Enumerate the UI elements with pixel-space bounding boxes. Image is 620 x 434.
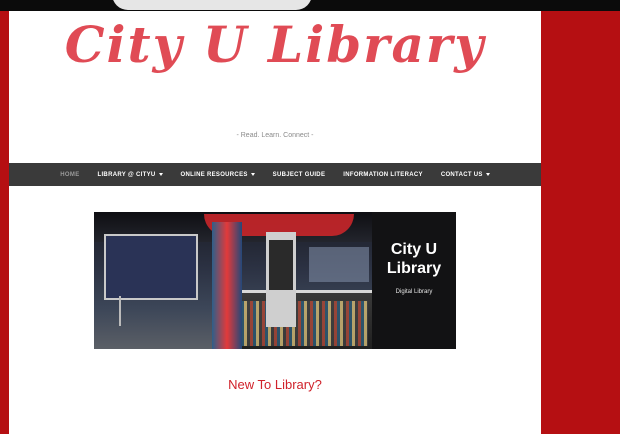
photo-books [238,301,368,346]
nav-item-label: CONTACT US [440,171,483,178]
nav-item-subject-guide[interactable]: SUBJECT GUIDE [273,172,326,178]
browser-top-strip [0,0,620,11]
nav-item-label: ONLINE RESOURCES [180,171,248,178]
right-red-panel [541,11,620,434]
banner-subtitle: Digital Library [395,289,433,295]
nav-item-label: HOME [60,171,80,178]
photo-bookshelf [234,290,372,349]
site-tagline: - Read. Learn. Connect - [236,132,314,139]
decorative-arc [112,0,312,10]
banner-title-line1: City U [390,241,438,258]
nav-item-information-literacy[interactable]: INFORMATION LITERACY [343,172,423,178]
library-page: City U Library - Read. Learn. Connect - … [9,11,541,434]
section-heading: New To Library? [228,377,322,392]
nav-item-home[interactable]: HOME [60,172,79,178]
site-logo[interactable]: City U Library [9,15,541,74]
photo-notice-board [104,234,198,300]
photo-board-stand [119,296,121,326]
chevron-down-icon [250,173,255,176]
banner-title-line2: Library [386,260,442,277]
banner-text-panel: City U Library Digital Library [372,212,456,349]
chevron-down-icon [485,173,490,176]
chevron-down-icon [158,173,163,176]
hero-banner: City U Library Digital Library [94,212,456,349]
library-interior-photo [94,212,372,349]
photo-poster-stand [266,232,296,327]
left-red-border [0,11,9,434]
nav-item-label: LIBRARY @ CITYU [97,171,156,178]
nav-item-online-resources[interactable]: ONLINE RESOURCES [181,172,255,178]
nav-item-label: SUBJECT GUIDE [272,171,326,178]
nav-item-label: INFORMATION LITERACY [343,171,423,178]
photo-window [309,247,369,282]
photo-pillar [212,222,242,349]
banner-title: City U Library [372,240,456,278]
nav-item-library-cityu[interactable]: LIBRARY @ CITYU [98,172,163,178]
photo-poster [269,240,293,290]
main-navigation: HOME LIBRARY @ CITYU ONLINE RESOURCES SU… [9,163,541,186]
nav-item-contact-us[interactable]: CONTACT US [441,172,490,178]
